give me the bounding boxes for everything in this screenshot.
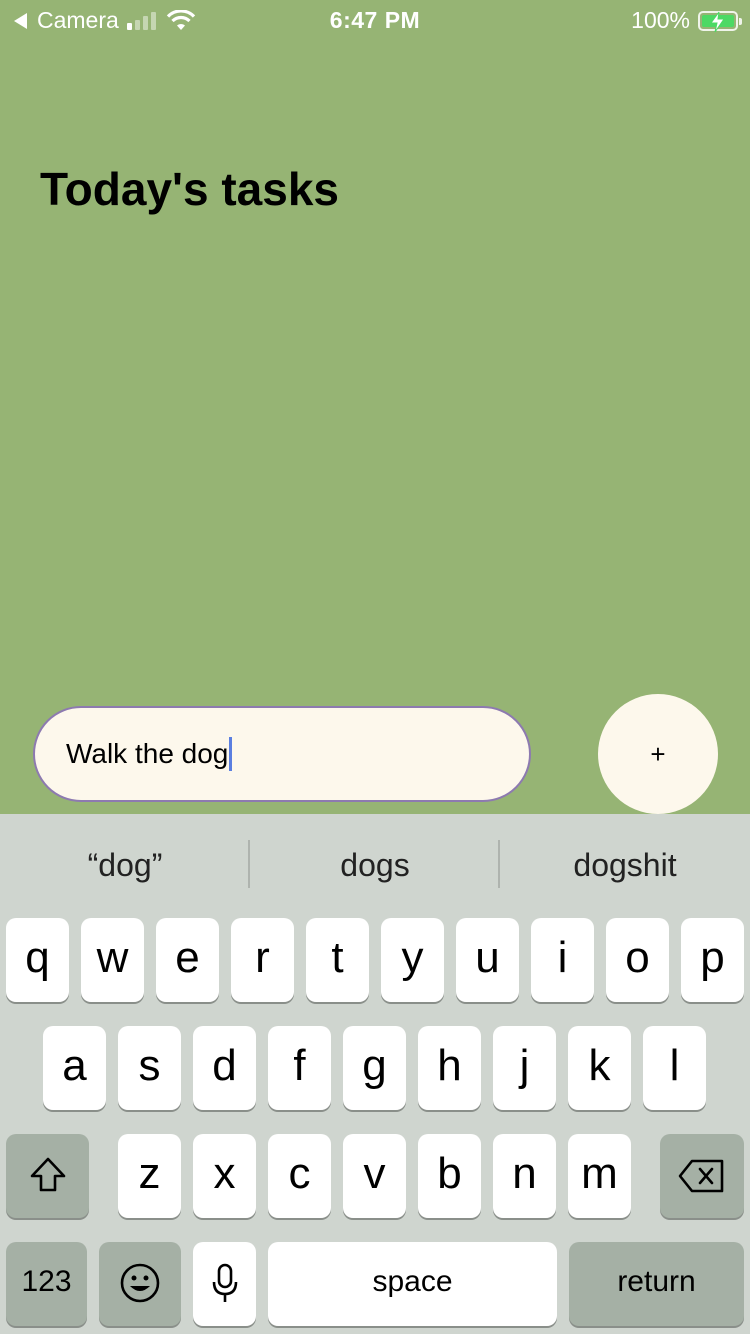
page-title: Today's tasks [40,163,339,215]
suggestion-dogshit[interactable]: dogshit [500,840,750,890]
suggestion-dogs[interactable]: dogs [250,840,500,890]
key-j[interactable]: j [493,1026,556,1110]
space-key[interactable]: space [268,1242,557,1326]
key-m[interactable]: m [568,1134,631,1218]
microphone-icon [212,1263,237,1302]
shift-key[interactable] [6,1134,89,1218]
key-r[interactable]: r [231,918,294,1002]
suggestion-quoted[interactable]: “dog” [0,840,250,890]
keyboard: “dog” dogs dogshit q w e r t y u i o p a… [0,814,750,1334]
charging-bolt-icon [710,11,725,32]
dictation-key[interactable] [193,1242,256,1326]
key-l[interactable]: l [643,1026,706,1110]
key-a[interactable]: a [43,1026,106,1110]
shift-icon [30,1157,65,1192]
key-d[interactable]: d [193,1026,256,1110]
task-input-value[interactable]: Walk the dog [66,738,228,770]
status-right: 100% [631,7,742,34]
key-t[interactable]: t [306,918,369,1002]
emoji-icon [120,1263,160,1303]
add-task-label: + [650,738,666,769]
key-p[interactable]: p [681,918,744,1002]
key-v[interactable]: v [343,1134,406,1218]
emoji-key[interactable] [99,1242,181,1326]
key-x[interactable]: x [193,1134,256,1218]
battery-percent: 100% [631,7,690,33]
key-o[interactable]: o [606,918,669,1002]
key-q[interactable]: q [6,918,69,1002]
key-h[interactable]: h [418,1026,481,1110]
suggestion-bar: “dog” dogs dogshit [0,814,750,914]
text-caret [229,737,233,771]
key-w[interactable]: w [81,918,144,1002]
key-i[interactable]: i [531,918,594,1002]
task-input[interactable]: Walk the dog [33,706,531,802]
key-f[interactable]: f [268,1026,331,1110]
backspace-key[interactable] [660,1134,744,1218]
status-bar: Camera 6:47 PM 100% [0,0,750,40]
key-b[interactable]: b [418,1134,481,1218]
key-z[interactable]: z [118,1134,181,1218]
battery-icon [698,10,742,32]
backspace-icon [678,1159,724,1193]
add-task-button[interactable]: + [598,694,718,814]
key-u[interactable]: u [456,918,519,1002]
key-y[interactable]: y [381,918,444,1002]
key-n[interactable]: n [493,1134,556,1218]
key-c[interactable]: c [268,1134,331,1218]
key-k[interactable]: k [568,1026,631,1110]
key-g[interactable]: g [343,1026,406,1110]
key-s[interactable]: s [118,1026,181,1110]
numbers-key[interactable]: 123 [6,1242,87,1326]
return-key[interactable]: return [569,1242,744,1326]
key-e[interactable]: e [156,918,219,1002]
